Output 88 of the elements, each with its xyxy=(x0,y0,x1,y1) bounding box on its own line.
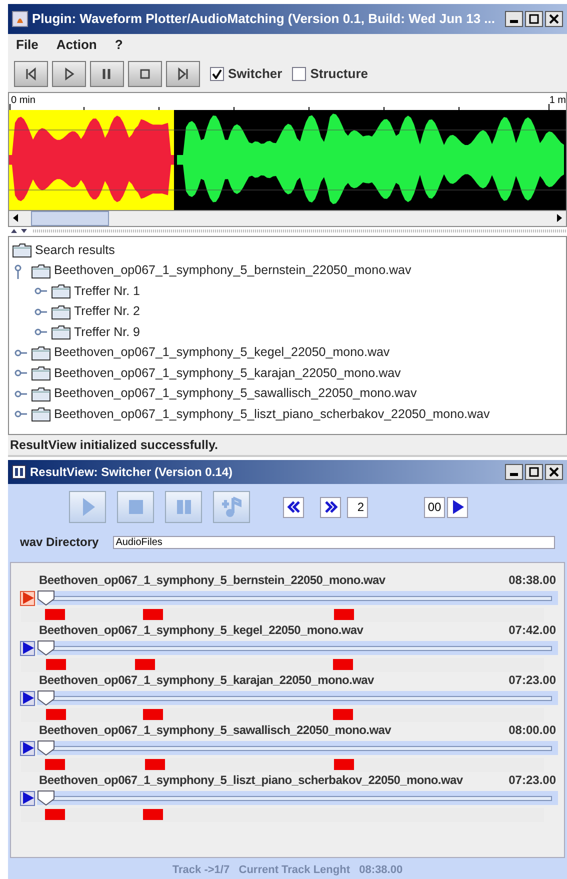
double-chevron-left-icon xyxy=(286,499,302,515)
folder-icon xyxy=(12,242,32,258)
switcher-checkbox[interactable] xyxy=(210,67,224,81)
play-track-button[interactable] xyxy=(20,590,35,606)
menu-item[interactable]: ? xyxy=(114,35,123,55)
maximize-icon xyxy=(529,14,539,24)
folder-icon xyxy=(31,386,51,402)
stop-button[interactable] xyxy=(128,61,162,87)
status-message: ResultView initialized successfully. xyxy=(8,435,567,457)
tree-item[interactable]: Treffer Nr. 1 xyxy=(74,282,140,301)
window-title: Plugin: Waveform Plotter/AudioMatching (Version 0.1, Build: Wed Jun 13 ... xyxy=(32,10,495,28)
close-icon xyxy=(549,14,559,24)
track-name: Beethoven_op067_1_symphony_5_bernstein_22050_mono.wav xyxy=(39,572,386,589)
folder-icon xyxy=(31,262,51,279)
menu-item[interactable]: File xyxy=(16,35,38,55)
track-name: Beethoven_op067_1_symphony_5_kegel_22050_mono.wav xyxy=(39,622,364,639)
play-icon xyxy=(22,692,34,704)
tree-item[interactable]: Search results xyxy=(35,240,115,260)
close-button[interactable] xyxy=(545,464,563,480)
folder-icon xyxy=(31,365,51,382)
app-icon xyxy=(12,465,26,479)
track-duration: 08:00.00 xyxy=(508,722,556,739)
folder-icon xyxy=(51,324,71,340)
horizontal-scrollbar[interactable] xyxy=(9,210,566,226)
play-track-button[interactable] xyxy=(20,740,35,756)
play-icon xyxy=(22,742,34,754)
time-label: 1 m xyxy=(549,94,566,108)
app-icon xyxy=(12,11,28,27)
slider-thumb[interactable] xyxy=(37,690,55,706)
track-duration: 08:38.00 xyxy=(508,572,556,589)
track-duration: 07:23.00 xyxy=(508,772,556,789)
close-button[interactable] xyxy=(545,11,563,27)
previous-button[interactable] xyxy=(283,496,304,518)
play-track-button[interactable] xyxy=(20,640,35,656)
close-icon xyxy=(549,467,559,477)
slider-track[interactable] xyxy=(37,741,558,755)
slider-track[interactable] xyxy=(37,641,558,655)
window-title: ResultView: Switcher (Version 0.14) xyxy=(30,464,233,481)
slider-thumb[interactable] xyxy=(37,740,55,756)
go-button[interactable] xyxy=(447,496,468,518)
field-label: wav Directory xyxy=(20,534,99,551)
menu-item[interactable]: Action xyxy=(56,35,97,55)
play-track-button[interactable] xyxy=(20,790,35,806)
minimize-button[interactable] xyxy=(505,11,523,27)
play-track-button[interactable] xyxy=(20,690,35,706)
maximize-button[interactable] xyxy=(525,464,543,480)
tree-item[interactable]: Treffer Nr. 2 xyxy=(74,302,140,322)
slider-track[interactable] xyxy=(37,691,558,705)
minimize-button[interactable] xyxy=(505,464,523,480)
tree-item[interactable]: Beethoven_op067_1_symphony_5_sawallisch_22050_mono.wav xyxy=(54,384,417,404)
checkbox-label: Structure xyxy=(310,65,368,84)
play-icon xyxy=(22,592,34,604)
folder-icon xyxy=(31,344,51,361)
tree-item[interactable]: Beethoven_op067_1_symphony_5_kegel_22050_mono.wav xyxy=(54,343,390,362)
checkbox-label: Switcher xyxy=(228,65,282,84)
tree-item[interactable]: Treffer Nr. 9 xyxy=(74,322,140,342)
slider-thumb[interactable] xyxy=(37,790,55,806)
track-name: Beethoven_op067_1_symphony_5_sawallisch_22050_mono.wav xyxy=(39,722,391,739)
track-duration: 07:23.00 xyxy=(508,672,556,689)
tree-item[interactable]: Beethoven_op067_1_symphony_5_bernstein_22050_mono.wav xyxy=(54,261,412,280)
double-chevron-right-icon xyxy=(322,499,338,515)
folder-icon xyxy=(51,304,71,320)
maximize-button[interactable] xyxy=(525,11,543,27)
track-name: Beethoven_op067_1_symphony_5_karajan_22050_mono.wav xyxy=(39,672,374,689)
track-number-field[interactable]: 2 xyxy=(347,496,368,518)
skip-back-button[interactable] xyxy=(14,61,48,87)
scroll-thumb[interactable] xyxy=(31,211,109,226)
time-label: 0 min xyxy=(11,94,36,108)
play-icon xyxy=(22,642,34,654)
slider-thumb[interactable] xyxy=(37,640,55,656)
slider-track[interactable] xyxy=(37,791,558,805)
tree-item[interactable]: Beethoven_op067_1_symphony_5_karajan_22050_mono.wav xyxy=(54,364,401,383)
time-field[interactable]: 00 xyxy=(424,496,445,518)
pause-button[interactable] xyxy=(90,61,124,87)
play-icon xyxy=(22,792,34,804)
play-button[interactable] xyxy=(52,61,86,87)
slider-thumb[interactable] xyxy=(37,590,55,606)
slider-track[interactable] xyxy=(37,591,558,605)
folder-icon xyxy=(51,283,71,300)
track-duration: 07:42.00 xyxy=(508,622,556,639)
skip-forward-button[interactable] xyxy=(166,61,200,87)
folder-icon xyxy=(31,406,51,422)
structure-checkbox[interactable] xyxy=(292,67,306,81)
maximize-icon xyxy=(529,467,539,477)
tree-item[interactable]: Beethoven_op067_1_symphony_5_liszt_piano_scherbakov_22050_mono.wav xyxy=(54,404,490,424)
directory-field[interactable]: AudioFiles xyxy=(112,536,555,548)
track-name: Beethoven_op067_1_symphony_5_liszt_piano_scherbakov_22050_mono.wav xyxy=(39,772,463,789)
next-button[interactable] xyxy=(320,496,341,518)
